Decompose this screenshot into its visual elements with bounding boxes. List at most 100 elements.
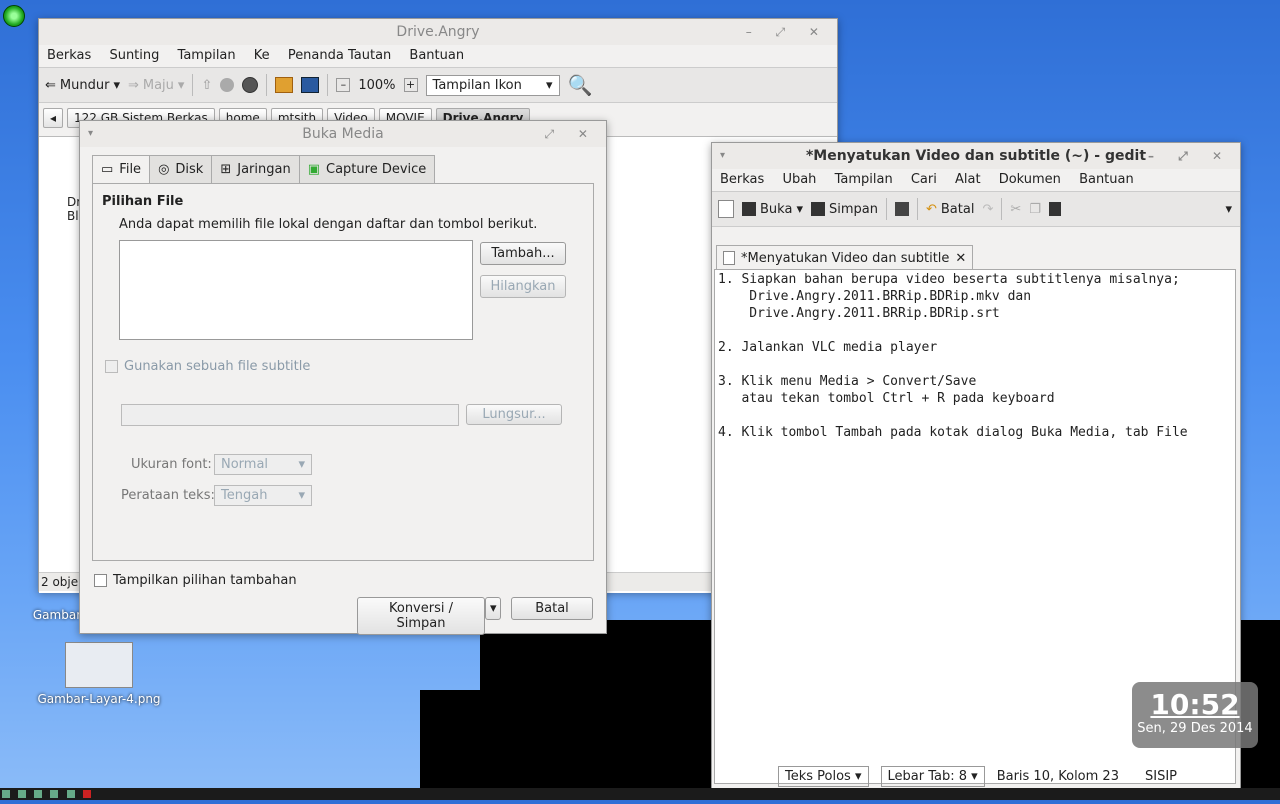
zoom-level: 100% <box>358 77 396 93</box>
menu-bantuan[interactable]: Bantuan <box>409 48 464 63</box>
cut-icon[interactable]: ✂ <box>1010 202 1021 217</box>
menu-tampilan[interactable]: Tampilan <box>835 172 893 187</box>
align-select[interactable]: Tengah ▾ <box>214 485 312 506</box>
back-button[interactable]: ⇐ Mundur ▾ <box>45 78 120 93</box>
gedit-menubar: Berkas Ubah Tampilan Cari Alat Dokumen B… <box>712 169 1240 191</box>
toolbar: ⇐ Mundur ▾ ⇒ Maju ▾ ⇧ – 100% + Tampilan Ik… <box>39 67 837 103</box>
desktop-icon-screenshot[interactable]: Gambar-Layar-4.png <box>32 642 166 706</box>
dialog-titlebar[interactable]: ▾ Buka Media ⤢ ✕ <box>80 121 606 147</box>
tab-file[interactable]: ▭ File <box>92 155 151 183</box>
document-tab[interactable]: *Menyatukan Video dan subtitle ✕ <box>716 245 974 270</box>
remove-button[interactable]: Hilangkan <box>480 275 566 298</box>
home-icon[interactable] <box>275 77 294 93</box>
search-icon[interactable]: 🔍 <box>568 73 593 97</box>
menu-cari[interactable]: Cari <box>911 172 937 187</box>
add-button[interactable]: Tambah... <box>480 242 566 265</box>
close-icon[interactable]: ✕ <box>955 251 966 266</box>
tab-network[interactable]: ⊞ Jaringan <box>211 155 300 183</box>
forward-label: Maju <box>142 77 174 93</box>
clock-date: Sen, 29 Des 2014 <box>1137 721 1253 736</box>
copy-icon[interactable]: ❐ <box>1029 202 1041 217</box>
subtitle-option[interactable]: Gunakan sebuah file subtitle <box>105 359 310 374</box>
tab-disk[interactable]: ◎ Disk <box>149 155 213 183</box>
separator <box>885 198 887 220</box>
tray-icon[interactable] <box>2 790 10 798</box>
window-menu-icon[interactable]: ▾ <box>88 121 93 147</box>
window-title: *Menyatukan Video dan subtitle (~) - ged… <box>805 148 1147 164</box>
breadcrumb-back[interactable]: ◂ <box>43 108 64 128</box>
print-icon[interactable] <box>894 202 909 216</box>
cancel-button[interactable]: Batal <box>511 597 593 620</box>
redo-icon[interactable]: ↷ <box>982 202 993 217</box>
menu-sunting[interactable]: Sunting <box>109 48 159 63</box>
font-size-label: Ukuran font: <box>131 457 212 472</box>
menu-alat[interactable]: Alat <box>955 172 981 187</box>
tray-icon[interactable] <box>82 790 91 798</box>
overflow-chevron-icon[interactable]: ▾ <box>1225 202 1232 217</box>
subtitle-checkbox[interactable] <box>105 360 118 373</box>
tray-icon[interactable] <box>34 790 43 798</box>
reload-icon[interactable] <box>242 77 259 93</box>
tab-label: *Menyatukan Video dan subtitle <box>741 250 950 266</box>
editor-line: 1. Siapkan bahan berupa video beserta su… <box>718 272 1180 287</box>
new-file-icon[interactable] <box>718 200 734 218</box>
back-label: Mundur <box>59 77 110 93</box>
chevron-down-icon: ▾ <box>298 457 305 472</box>
language-select[interactable]: Teks Polos ▾ <box>778 765 869 787</box>
window-titlebar[interactable]: Drive.Angry – ⤢ ✕ <box>39 19 837 45</box>
more-options[interactable]: Tampilkan pilihan tambahan <box>94 573 297 588</box>
menu-ke[interactable]: Ke <box>254 48 270 63</box>
open-button[interactable]: Buka ▾ <box>742 202 803 217</box>
editor-line: atau tekan tombol Ctrl + R pada keyboard <box>718 391 1055 406</box>
tab-width-select[interactable]: Lebar Tab: 8 ▾ <box>880 765 985 787</box>
zoom-out-icon[interactable]: – <box>336 78 351 92</box>
tab-label: Disk <box>175 162 204 177</box>
paste-icon[interactable] <box>1048 202 1061 216</box>
subtitle-path-input[interactable] <box>121 404 459 426</box>
image-thumbnail-icon <box>65 642 133 688</box>
menu-dokumen[interactable]: Dokumen <box>999 172 1061 187</box>
more-options-checkbox[interactable] <box>94 574 107 587</box>
font-size-select[interactable]: Normal ▾ <box>214 454 312 475</box>
chevron-down-icon: ▾ <box>546 77 553 93</box>
tray-icon[interactable] <box>50 790 59 798</box>
file-list[interactable] <box>119 240 473 340</box>
more-options-label: Tampilkan pilihan tambahan <box>113 573 297 588</box>
dialog-controls[interactable]: ⤢ ✕ <box>545 121 598 147</box>
editor-line: Drive.Angry.2011.BRRip.BDRip.mkv dan <box>718 289 1032 304</box>
desktop-icon-label: Gambar <box>32 608 82 622</box>
gedit-titlebar[interactable]: ▾ *Menyatukan Video dan subtitle (~) - g… <box>712 143 1240 169</box>
view-mode-select[interactable]: Tampilan Ikon ▾ <box>425 74 560 96</box>
tray-icon[interactable] <box>18 790 27 798</box>
save-button[interactable]: Simpan <box>810 202 878 217</box>
menubar: Berkas Sunting Tampilan Ke Penanda Tauta… <box>39 45 837 67</box>
desktop-icon-gambar[interactable]: Gambar <box>32 608 82 622</box>
dialog-title: Buka Media <box>302 126 384 142</box>
menu-penanda[interactable]: Penanda Tautan <box>288 48 391 63</box>
description-text: Anda dapat memilih file lokal dengan daf… <box>119 217 538 232</box>
convert-save-button[interactable]: Konversi / Simpan <box>357 597 485 635</box>
convert-menu-button[interactable]: ▾ <box>485 597 501 620</box>
forward-button[interactable]: ⇒ Maju ▾ <box>128 78 184 93</box>
menu-berkas[interactable]: Berkas <box>47 48 91 63</box>
zoom-in-icon[interactable]: + <box>403 78 418 92</box>
window-menu-icon[interactable]: ▾ <box>720 143 725 169</box>
browse-button[interactable]: Lungsur... <box>466 404 562 425</box>
menu-ubah[interactable]: Ubah <box>782 172 816 187</box>
menu-bantuan[interactable]: Bantuan <box>1079 172 1134 187</box>
tray-icon[interactable] <box>66 790 75 798</box>
menu-berkas[interactable]: Berkas <box>720 172 764 187</box>
window-controls[interactable]: – ⤢ ✕ <box>746 19 829 45</box>
window-controls[interactable]: – ⤢ ✕ <box>1148 143 1232 169</box>
stop-icon[interactable] <box>220 78 235 92</box>
computer-icon[interactable] <box>301 77 320 93</box>
view-mode-value: Tampilan Ikon <box>432 77 522 93</box>
app-launcher-icon[interactable] <box>3 5 25 27</box>
up-icon[interactable]: ⇧ <box>201 78 212 93</box>
tab-capture[interactable]: ▣ Capture Device <box>298 155 436 183</box>
menu-tampilan[interactable]: Tampilan <box>178 48 236 63</box>
separator <box>327 74 329 96</box>
undo-button[interactable]: ↶ Batal <box>926 202 974 217</box>
